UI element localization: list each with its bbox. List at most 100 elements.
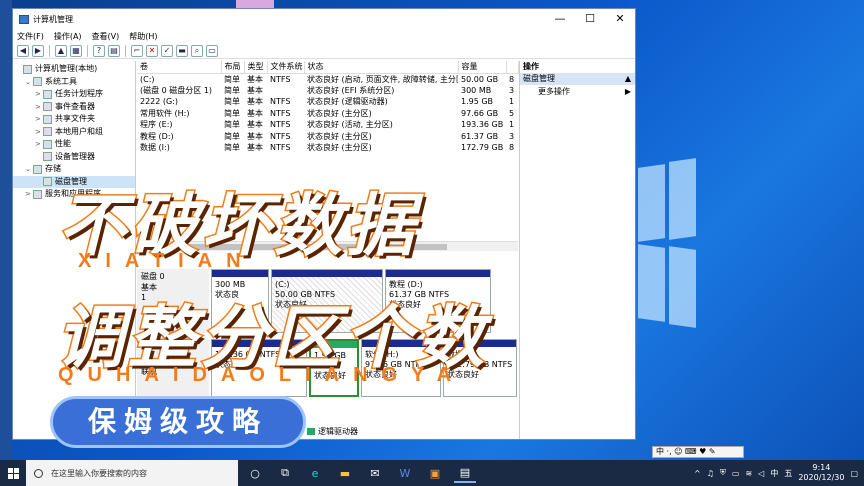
close-button[interactable]: ✕ bbox=[605, 9, 635, 29]
network-icon[interactable]: ▭ bbox=[732, 469, 740, 478]
toolbar: ◀ ▶ ▲ ▦ ? ▤ ⌐ ✕ ✓ ▬ ⌕ ▭ bbox=[13, 43, 635, 59]
shield-icon[interactable]: ⛨ bbox=[720, 468, 726, 478]
microphone-icon[interactable]: ♫ bbox=[707, 469, 714, 478]
column-header[interactable]: 状态 bbox=[304, 61, 459, 74]
taskbar-search[interactable]: 在这里输入你要搜索的内容 bbox=[26, 460, 238, 486]
column-header[interactable]: 类型 bbox=[244, 61, 268, 74]
back-icon[interactable]: ◀ bbox=[17, 44, 29, 57]
tree-item[interactable]: > 性能 bbox=[13, 138, 135, 151]
input-mode-indicator[interactable]: 五 bbox=[784, 468, 792, 479]
table-cell: 1 bbox=[509, 120, 515, 130]
table-cell: 基本 bbox=[247, 74, 263, 84]
tree-item[interactable]: > 事件查看器 bbox=[13, 101, 135, 114]
actions-header: 操作 bbox=[523, 62, 539, 71]
actions-disk-management[interactable]: 磁盘管理 ▲ bbox=[520, 73, 635, 85]
word-icon[interactable]: W bbox=[394, 463, 416, 483]
expander-icon[interactable]: ⌄ bbox=[25, 163, 33, 176]
ime-toolbar[interactable]: 中 ·, ☺ ⌨ ♥ ✎ bbox=[652, 446, 744, 458]
properties-icon[interactable]: ▤ bbox=[108, 44, 120, 57]
chevron-up-icon[interactable]: ^ bbox=[694, 469, 701, 478]
table-cell: (C:) bbox=[140, 74, 155, 84]
ime-indicator[interactable]: 中 bbox=[770, 468, 778, 479]
expander-icon[interactable]: > bbox=[25, 188, 33, 201]
desktop-edge bbox=[0, 0, 12, 460]
file-explorer-icon[interactable]: ▬ bbox=[334, 463, 356, 483]
tree-item[interactable]: ⌄ 系统工具 bbox=[13, 76, 135, 89]
minimize-button[interactable]: — bbox=[545, 9, 575, 29]
table-row[interactable]: (C:) 简单 基本 NTFS 状态良好 (启动, 页面文件, 故障转储, 主分区) 50… bbox=[137, 73, 518, 85]
table-cell: 基本 bbox=[247, 143, 263, 153]
notification-icon[interactable]: ▢ bbox=[850, 469, 858, 478]
mail-icon[interactable]: ✉ bbox=[364, 463, 386, 483]
search-icon bbox=[34, 468, 43, 478]
table-cell: 基本 bbox=[247, 85, 263, 95]
table-cell: NTFS bbox=[270, 108, 291, 118]
table-cell: NTFS bbox=[270, 74, 291, 84]
column-header[interactable] bbox=[506, 61, 519, 74]
view-icon[interactable]: ▭ bbox=[206, 44, 218, 57]
expander-icon[interactable]: > bbox=[35, 101, 43, 114]
wifi-icon[interactable]: ≋ bbox=[745, 469, 752, 478]
menu-action[interactable]: 操作(A) bbox=[54, 31, 82, 42]
help-icon[interactable]: ? bbox=[93, 44, 105, 57]
table-row[interactable]: 教程 (D:) 简单 基本 NTFS 状态良好 (主分区) 61.37 GB 3 bbox=[137, 131, 518, 143]
column-header[interactable]: 布局 bbox=[221, 61, 245, 74]
menu-file[interactable]: 文件(F) bbox=[17, 31, 44, 42]
edge-icon[interactable]: e bbox=[304, 463, 326, 483]
expander-icon[interactable]: > bbox=[35, 88, 43, 101]
tree-item[interactable]: > 任务计划程序 bbox=[13, 88, 135, 101]
show-tree-icon[interactable]: ▦ bbox=[70, 44, 82, 57]
tree-item[interactable]: > 本地用户和组 bbox=[13, 126, 135, 139]
node-icon bbox=[33, 77, 42, 87]
menu-view[interactable]: 查看(V) bbox=[92, 31, 120, 42]
table-cell: 基本 bbox=[247, 131, 263, 141]
collapse-icon: ▲ bbox=[624, 74, 631, 83]
forward-icon[interactable]: ▶ bbox=[32, 44, 44, 57]
clock[interactable]: 9:14 2020/12/30 bbox=[798, 463, 844, 483]
table-cell: 状态良好 (启动, 页面文件, 故障转储, 主分区) bbox=[307, 74, 458, 84]
expander-icon[interactable]: > bbox=[35, 138, 43, 151]
task-view-icon[interactable]: ⧉ bbox=[274, 463, 296, 483]
table-row[interactable]: 数据 (I:) 简单 基本 NTFS 状态良好 (主分区) 172.79 GB 8 bbox=[137, 142, 518, 154]
node-icon bbox=[43, 114, 52, 124]
tree-item[interactable]: 计算机管理(本地) bbox=[13, 63, 135, 76]
table-row[interactable]: 程序 (E:) 简单 基本 NTFS 状态良好 (活动, 主分区) 193.36 GB 1 bbox=[137, 119, 518, 131]
table-row[interactable]: (磁盘 0 磁盘分区 1) 简单 基本 状态良好 (EFI 系统分区) 300 MB 3 bbox=[137, 85, 518, 97]
maximize-button[interactable]: ☐ bbox=[575, 9, 605, 29]
node-icon bbox=[43, 127, 52, 137]
tree-item[interactable]: > 共享文件夹 bbox=[13, 113, 135, 126]
taskbar: 在这里输入你要搜索的内容 ○ ⧉ e ▬ ✉ W ▣ ▤ ^ ♫ ⛨ ▭ ≋ ◁… bbox=[0, 460, 864, 486]
cortana-icon[interactable]: ○ bbox=[244, 463, 266, 483]
start-button[interactable] bbox=[0, 460, 26, 486]
delete-icon[interactable]: ✕ bbox=[146, 44, 158, 57]
up-folder-icon[interactable]: ▲ bbox=[55, 44, 67, 57]
check-icon[interactable]: ✓ bbox=[161, 44, 173, 57]
column-header[interactable]: 容量 bbox=[458, 61, 507, 74]
table-row[interactable]: 常用软件 (H:) 简单 基本 NTFS 状态良好 (主分区) 97.66 GB 5 bbox=[137, 108, 518, 120]
folder-icon[interactable]: ▬ bbox=[176, 44, 188, 57]
column-header[interactable]: 文件系统 bbox=[267, 61, 305, 74]
connect-icon[interactable]: ⌐ bbox=[131, 44, 143, 57]
tree-item-label: 事件查看器 bbox=[55, 101, 95, 111]
menu-help[interactable]: 帮助(H) bbox=[129, 31, 157, 42]
table-cell: NTFS bbox=[270, 143, 291, 153]
tree-item[interactable]: 设备管理器 bbox=[13, 151, 135, 164]
volume-icon[interactable]: ◁ bbox=[758, 469, 764, 478]
node-icon bbox=[43, 139, 52, 149]
search-icon[interactable]: ⌕ bbox=[191, 44, 203, 57]
table-cell: 常用软件 (H:) bbox=[140, 108, 190, 118]
volume-table: 卷布局 类型 文件系统 状态 容量 (C:) 简单 基本 NTFS 状态良好 (启动, 页面文件… bbox=[137, 61, 519, 154]
more-actions[interactable]: 更多操作 ▶ bbox=[520, 85, 635, 99]
expander-icon[interactable]: > bbox=[35, 126, 43, 139]
table-cell: 简单 bbox=[224, 97, 240, 107]
expander-icon[interactable]: > bbox=[35, 113, 43, 126]
table-cell: 基本 bbox=[247, 120, 263, 130]
table-cell: 数据 (I:) bbox=[140, 143, 170, 153]
table-cell: 状态良好 (逻辑驱动器) bbox=[307, 97, 388, 107]
computer-management-taskbar-icon[interactable]: ▤ bbox=[454, 463, 476, 483]
expander-icon[interactable]: ⌄ bbox=[25, 76, 33, 89]
table-cell: 3 bbox=[509, 85, 515, 95]
column-header[interactable]: 卷 bbox=[137, 61, 222, 74]
table-row[interactable]: 2222 (G:) 简单 基本 NTFS 状态良好 (逻辑驱动器) 1.95 GB 1 bbox=[137, 96, 518, 108]
app-icon[interactable]: ▣ bbox=[424, 463, 446, 483]
